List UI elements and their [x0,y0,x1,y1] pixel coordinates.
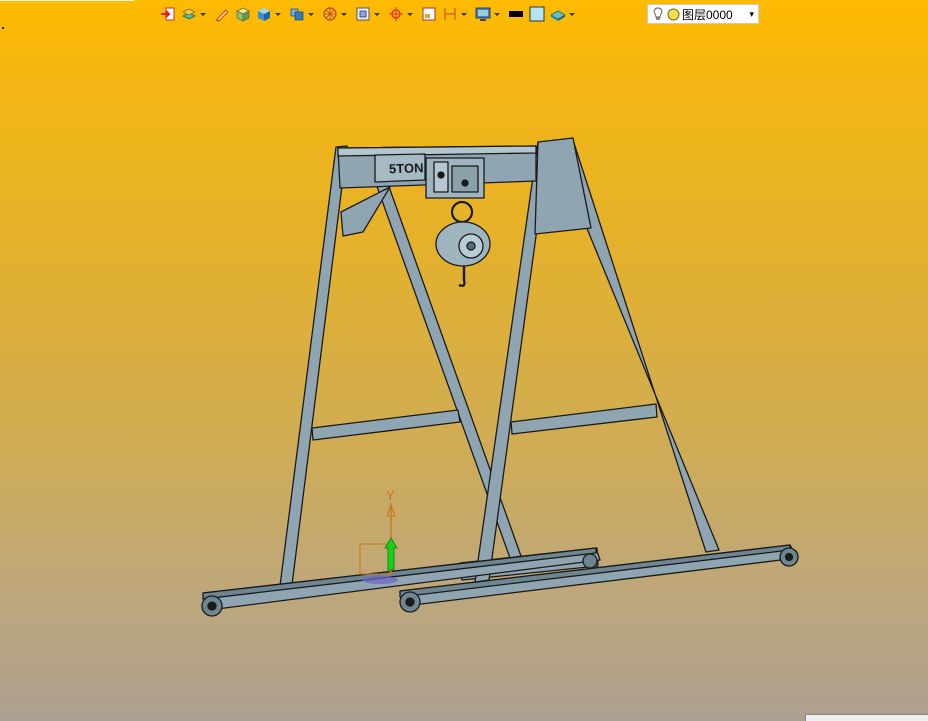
right-frame-top-plate [534,137,592,235]
status-panel-edge [805,714,928,721]
hoist-ring [450,200,474,224]
coordinate-triad[interactable]: Y [359,488,398,584]
y-arrow [384,537,398,571]
left-frame-crossbar [311,409,461,441]
wheel [582,553,598,569]
origin-plane [359,543,391,575]
3d-viewport[interactable]: 5TON Y [0,0,928,721]
right-frame-crossbar [510,403,658,435]
origin-marker [362,576,398,584]
left-frame-front-leg [279,145,348,587]
left-frame-gusset [340,186,391,237]
y-axis-label: Y [386,488,395,503]
beam-label: 5TON [389,160,424,176]
gantry-crane-model[interactable]: 5TON [201,137,799,617]
right-frame-rear-leg [572,139,720,553]
hook [458,266,466,288]
